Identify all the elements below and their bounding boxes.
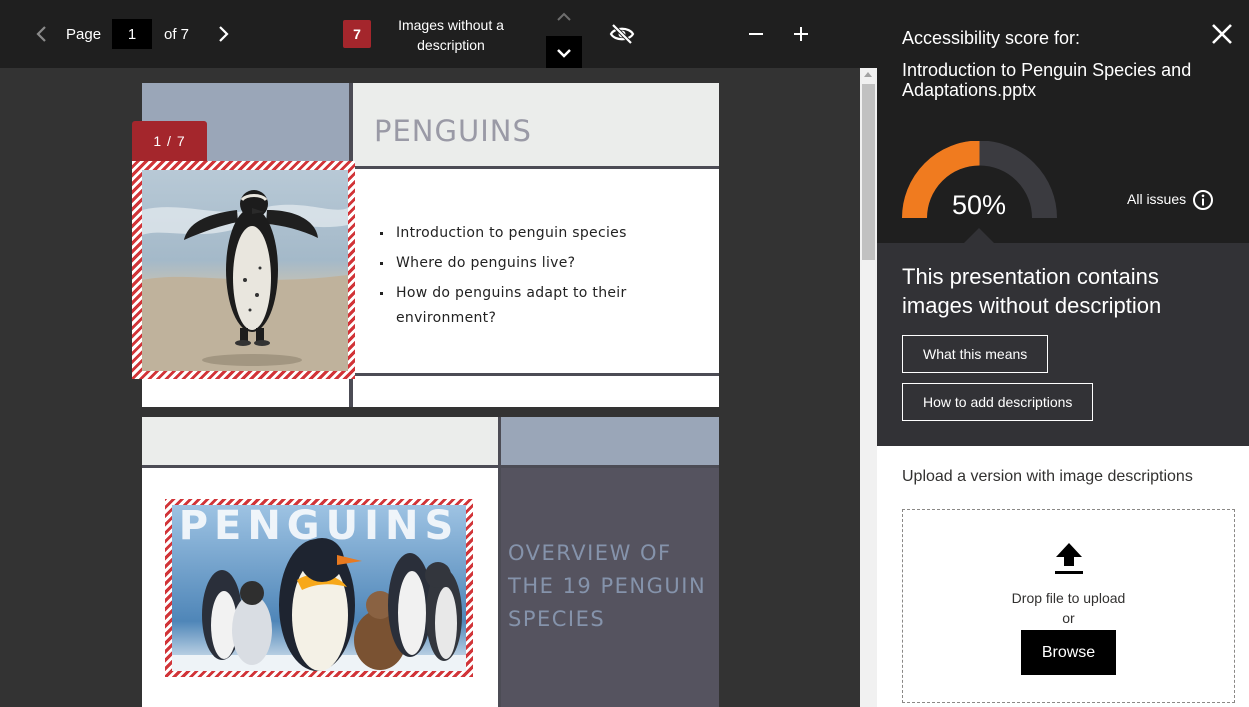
document-viewer: PENGUINS Introduction to penguin species… [0, 68, 860, 707]
next-page-button[interactable] [214, 24, 234, 44]
page-label: Page [66, 26, 102, 43]
issue-details-section: This presentation contains images withou… [877, 243, 1249, 446]
scroll-up-arrow[interactable] [864, 72, 872, 77]
chevron-right-icon [219, 26, 229, 42]
drop-file-text: Drop file to upload [1011, 590, 1126, 606]
previous-page-button[interactable] [31, 24, 51, 44]
slide-footer-block [142, 376, 349, 407]
toolbar: Page of 7 7 Images without a description [0, 0, 877, 69]
info-icon[interactable] [1192, 189, 1214, 211]
page-count-label: of 7 [164, 26, 190, 43]
slide-title: PENGUINS [374, 114, 532, 148]
chevron-left-icon [36, 26, 46, 42]
issue-message: This presentation contains images withou… [902, 264, 1162, 318]
bullet-item: Where do penguins live? [378, 251, 638, 276]
how-to-add-descriptions-button[interactable]: How to add descriptions [902, 383, 1094, 421]
zoom-in-button[interactable] [787, 20, 815, 48]
vertical-scrollbar[interactable] [860, 68, 877, 707]
or-text: or [1062, 610, 1075, 626]
scrollbar-thumb[interactable] [862, 84, 875, 260]
chevron-up-icon [557, 12, 571, 21]
browse-button[interactable]: Browse [1021, 630, 1116, 675]
score-section: Accessibility score for: Introduction to… [877, 0, 1249, 244]
previous-issue-button[interactable] [546, 1, 582, 33]
bullet-item: How do penguins adapt to their environme… [378, 281, 638, 331]
issue-type-label: Images without a description [398, 17, 504, 53]
file-drop-zone[interactable]: Drop file to upload or Browse [902, 509, 1235, 703]
accessibility-panel: Accessibility score for: Introduction to… [877, 0, 1249, 707]
slide-decor-block [501, 417, 719, 465]
all-issues-link[interactable]: All issues [1127, 191, 1186, 207]
upload-heading: Upload a version with image descriptions [902, 468, 1193, 485]
plus-icon [794, 27, 808, 41]
slide-bullet-list: Introduction to penguin species Where do… [378, 221, 638, 336]
what-this-means-button[interactable]: What this means [902, 335, 1049, 373]
upload-icon [1055, 543, 1083, 574]
slide-issue-badge: 1 / 7 [132, 121, 207, 161]
chevron-down-icon [557, 48, 571, 58]
penguin-species-poster: PENGUINS [172, 505, 466, 671]
slide-footer-block [353, 376, 719, 407]
eye-off-icon [609, 23, 635, 45]
page-number-input[interactable] [112, 19, 152, 49]
file-name: Introduction to Penguin Species and Adap… [902, 60, 1192, 100]
bullet-item: Introduction to penguin species [378, 221, 638, 246]
slide-title: OVERVIEW OF THE 19 PENGUIN SPECIES [508, 541, 707, 631]
minus-icon [749, 33, 763, 35]
penguin-photo [142, 170, 348, 371]
zoom-out-button[interactable] [742, 20, 770, 48]
next-issue-button[interactable] [546, 36, 582, 69]
hide-highlights-button[interactable] [608, 20, 636, 48]
slide-decor-block [142, 417, 498, 465]
score-value: 50% [951, 190, 1007, 220]
close-icon [1212, 24, 1232, 44]
close-panel-button[interactable] [1208, 20, 1236, 48]
panel-heading: Accessibility score for: [902, 28, 1081, 48]
issue-count-badge: 7 [343, 20, 371, 48]
callout-pointer [963, 228, 995, 244]
